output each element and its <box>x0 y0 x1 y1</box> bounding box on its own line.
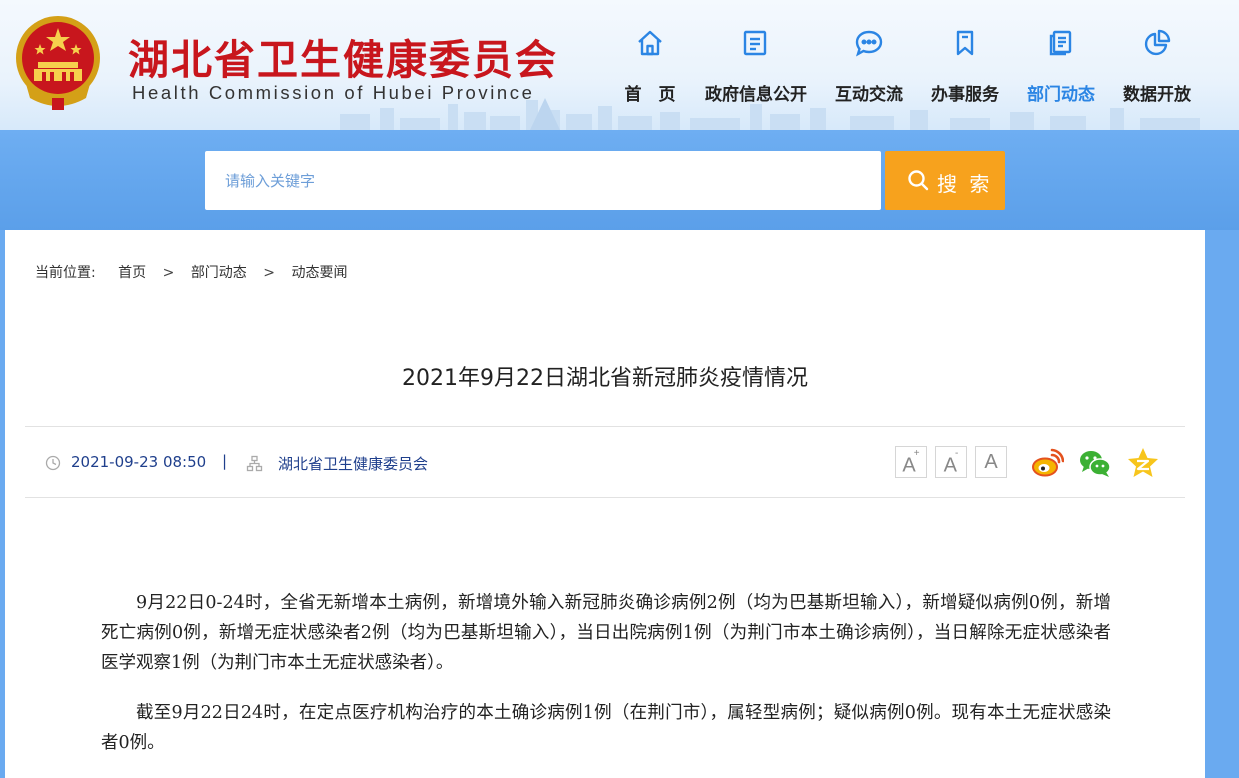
nav-label: 互动交流 <box>835 85 903 105</box>
meta-separator: | <box>222 452 228 470</box>
breadcrumb-item-home[interactable]: 首页 <box>118 262 146 282</box>
nav-item-interaction[interactable]: 互动交流 <box>819 26 919 106</box>
article-title: 2021年9月22日湖北省新冠肺炎疫情情况 <box>402 366 808 391</box>
breadcrumb-separator: > <box>162 265 175 281</box>
breadcrumb-separator: > <box>263 265 275 281</box>
font-size-increase-button[interactable]: A+ <box>895 446 927 478</box>
nav-label: 部门动态 <box>1027 85 1095 105</box>
font-size-decrease-button[interactable]: A- <box>935 446 967 478</box>
clock-icon <box>45 455 61 471</box>
search-button[interactable]: 搜 索 <box>885 151 1005 210</box>
chat-icon <box>855 30 883 57</box>
font-size-glyph: A <box>984 451 998 473</box>
weibo-icon[interactable] <box>1030 446 1064 480</box>
meta-divider-top <box>25 426 1185 427</box>
nav-item-department-news[interactable]: 部门动态 <box>1011 26 1111 106</box>
font-size-default-button[interactable]: A <box>975 446 1007 478</box>
breadcrumb: 当前位置: 首页 > 部门动态 > 动态要闻 <box>35 262 347 282</box>
bookmark-icon <box>956 30 974 56</box>
font-size-increase-mark: + <box>913 448 920 459</box>
publish-date: 2021-09-23 08:50 <box>71 453 207 471</box>
nav-label: 办事服务 <box>931 85 999 105</box>
meta-divider-bottom <box>25 497 1185 498</box>
breadcrumb-label: 当前位置: <box>35 265 96 281</box>
nav-item-government-info[interactable]: 政府信息公开 <box>705 26 807 106</box>
search-icon <box>908 170 929 191</box>
breadcrumb-item-department-news[interactable]: 部门动态 <box>191 262 247 282</box>
nav-item-home[interactable]: 首 页 <box>600 26 700 106</box>
article-paragraph: 9月22日0-24时，全省无新增本土病例，新增境外输入新冠肺炎确诊病例2例（均为… <box>101 593 1111 673</box>
site-title-english: Health Commission of Hubei Province <box>132 82 535 103</box>
qzone-icon[interactable] <box>1126 446 1160 480</box>
site-header: 湖北省卫生健康委员会 Health Commission of Hubei Pr… <box>0 0 1239 130</box>
national-emblem-logo <box>16 16 100 110</box>
search-button-label: 搜 索 <box>937 172 993 196</box>
wechat-icon[interactable] <box>1078 446 1112 480</box>
site-title-chinese: 湖北省卫生健康委员会 <box>128 36 558 84</box>
nav-item-services[interactable]: 办事服务 <box>915 26 1015 106</box>
article-paragraph: 截至9月22日24时，在定点医疗机构治疗的本土确诊病例1例（在荆门市），属轻型病… <box>101 703 1111 753</box>
nav-label: 首 页 <box>624 85 676 105</box>
home-icon <box>638 30 662 56</box>
news-icon <box>1049 30 1072 56</box>
pie-chart-icon <box>1144 29 1171 56</box>
article-source: 湖北省卫生健康委员会 <box>278 455 429 473</box>
nav-label: 数据开放 <box>1123 85 1191 105</box>
font-size-decrease-mark: - <box>955 448 959 459</box>
nav-label: 政府信息公开 <box>705 85 807 105</box>
organization-icon <box>246 455 263 472</box>
search-input[interactable] <box>205 151 881 210</box>
breadcrumb-item-news-highlights[interactable]: 动态要闻 <box>291 262 347 282</box>
nav-item-open-data[interactable]: 数据开放 <box>1107 26 1207 106</box>
article-body: 9月22日0-24时，全省无新增本土病例，新增境外输入新冠肺炎确诊病例2例（均为… <box>101 588 1111 778</box>
document-icon <box>743 30 767 56</box>
